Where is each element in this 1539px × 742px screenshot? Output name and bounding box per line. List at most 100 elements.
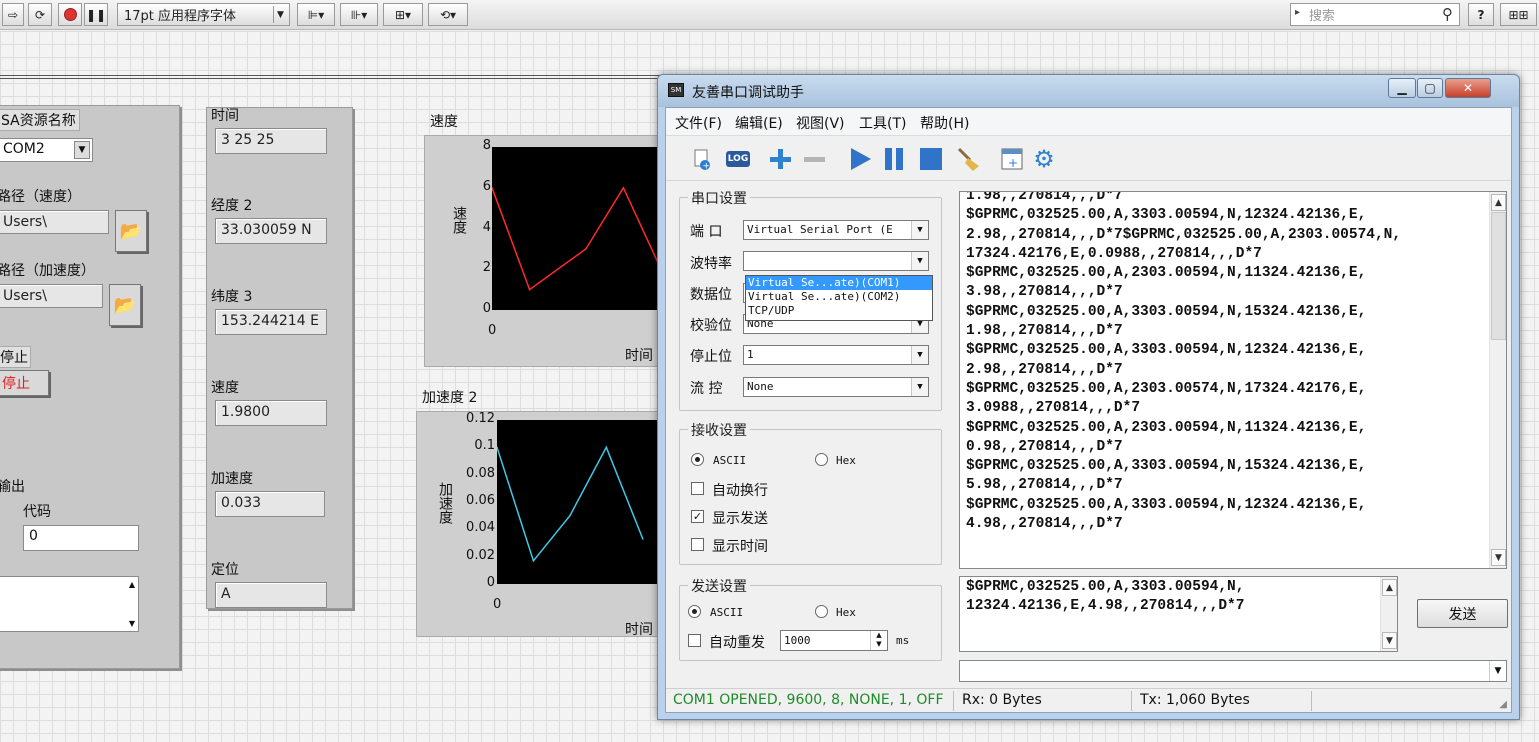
serial-assistant-window: SM 友善串口调试助手 ▁ ▢ ✕ 文件(F) 编辑(E) 视图(V) 工具(T…: [657, 74, 1520, 720]
send-hex-radio[interactable]: [815, 605, 828, 618]
menu-file[interactable]: 文件(F): [675, 113, 722, 133]
baud-select[interactable]: ▼: [743, 251, 929, 271]
new-file-icon[interactable]: +: [688, 145, 716, 173]
font-select[interactable]: 17pt 应用程序字体 ▼: [117, 3, 290, 26]
menu-edit[interactable]: 编辑(E): [735, 113, 783, 133]
search-input[interactable]: ▸ 搜索 ⚲: [1290, 3, 1460, 26]
pause-icon[interactable]: ❚❚: [84, 3, 108, 26]
receive-line: $GPRMC,032525.00,A,3303.00594,N,15324.42…: [966, 303, 1367, 320]
port-option-com1[interactable]: Virtual Se...ate)(COM1): [746, 276, 932, 290]
port-settings-title: 串口设置: [688, 188, 750, 208]
broom-clear-icon[interactable]: [954, 145, 982, 173]
run-continuous-icon[interactable]: ⟳: [28, 3, 52, 26]
browse-speed-button[interactable]: 📂: [115, 210, 147, 252]
port-dropdown-list: Virtual Se...ate)(COM1) Virtual Se...ate…: [745, 275, 933, 321]
data-point: [528, 288, 531, 291]
code-field[interactable]: 0: [23, 525, 139, 551]
plus-icon[interactable]: [766, 145, 794, 173]
data-point: [641, 538, 644, 540]
port-option-tcp[interactable]: TCP/UDP: [746, 304, 932, 318]
data-point: [569, 514, 571, 517]
receive-line: 2.98,,270814,,,D*7$GPRMC,032525.00,A,230…: [966, 226, 1402, 243]
send-text-area[interactable]: $GPRMC,032525.00,A,3303.00594,N, 12324.42…: [959, 576, 1398, 652]
run-arrow-icon[interactable]: ⇨: [2, 3, 24, 26]
output-text-area[interactable]: ▲ ▼: [0, 576, 139, 632]
resize-grip-icon[interactable]: ◢: [1499, 699, 1507, 710]
add-window-icon[interactable]: +: [998, 145, 1026, 173]
recv-hex-radio[interactable]: [815, 453, 828, 466]
recv-hex-label: Hex: [836, 454, 856, 467]
resize-objects-icon[interactable]: ⊞▾: [383, 3, 423, 26]
serial-titlebar[interactable]: SM 友善串口调试助手 ▁ ▢ ✕: [658, 75, 1519, 107]
connector-pane-icon[interactable]: ⊞⊞: [1500, 3, 1537, 26]
browse-accel-button[interactable]: 📂: [109, 284, 141, 326]
y-tick-label: 4: [482, 219, 491, 235]
code-label: 代码: [23, 504, 51, 520]
receive-line: $GPRMC,032525.00,A,3303.00594,N,12324.42…: [966, 342, 1367, 359]
help-icon[interactable]: ?: [1468, 3, 1494, 26]
receive-text-area[interactable]: 1.98,,270814,,,D*7 $GPRMC,032525.00,A,330…: [959, 191, 1507, 569]
menu-view[interactable]: 视图(V): [796, 113, 845, 133]
scroll-up-icon[interactable]: ▲: [129, 580, 135, 589]
close-icon[interactable]: ✕: [1445, 78, 1491, 98]
scroll-thumb[interactable]: [1491, 212, 1506, 340]
pause-icon[interactable]: [880, 145, 908, 173]
stopbits-select[interactable]: 1 ▼: [743, 345, 929, 365]
scroll-down-icon[interactable]: ▼: [1491, 549, 1506, 566]
send-scrollbar[interactable]: ▲ ▼: [1380, 577, 1397, 651]
receive-scrollbar[interactable]: ▲ ▼: [1489, 192, 1506, 568]
menu-help[interactable]: 帮助(H): [920, 113, 969, 133]
send-lines: $GPRMC,032525.00,A,3303.00594,N, 12324.42…: [960, 578, 1397, 617]
settings-gear-icon[interactable]: ⚙: [1030, 145, 1058, 173]
log-icon[interactable]: LOG: [724, 145, 752, 173]
y-tick-label: 2: [482, 260, 491, 276]
speed-chart: 速度 86420 0 时间: [424, 135, 661, 367]
auto-wrap-checkbox[interactable]: [691, 482, 704, 495]
y-tick-label: 0: [486, 575, 495, 590]
play-icon[interactable]: [846, 145, 874, 173]
y-tick-label: 0.04: [466, 520, 495, 536]
send-history-select[interactable]: ▼: [959, 660, 1507, 682]
stop-button[interactable]: 停止: [0, 370, 49, 396]
show-time-checkbox[interactable]: [691, 538, 704, 551]
path-accel-field[interactable]: Users\: [0, 284, 103, 308]
time-label: 时间: [211, 108, 239, 124]
accel-chart-xtick: 0: [493, 597, 502, 612]
status-bar: COM1 OPENED, 9600, 8, NONE, 1, OFF Rx: 0…: [666, 688, 1511, 712]
port-option-com2[interactable]: Virtual Se...ate)(COM2): [746, 290, 932, 304]
folder-open-icon: 📂: [119, 220, 143, 242]
scroll-up-icon[interactable]: ▲: [1491, 194, 1506, 211]
receive-line: 4.98,,270814,,,D*7: [966, 516, 1123, 533]
send-ascii-radio[interactable]: [688, 605, 701, 618]
abort-icon[interactable]: [58, 3, 82, 26]
resend-interval-input[interactable]: 1000 ▲ ▼: [780, 630, 888, 651]
port-select[interactable]: Virtual Serial Port (E ▼: [743, 220, 929, 240]
reorder-icon[interactable]: ⟲▾: [428, 3, 468, 26]
recv-ascii-radio[interactable]: [691, 453, 704, 466]
scroll-down-icon[interactable]: ▼: [1382, 632, 1397, 649]
menu-tools[interactable]: 工具(T): [859, 113, 906, 133]
visa-resource-select[interactable]: COM2 ▼: [0, 138, 93, 162]
send-button[interactable]: 发送: [1417, 599, 1508, 628]
spinner-icon[interactable]: ▲ ▼: [870, 631, 887, 650]
scroll-up-icon[interactable]: ▲: [1382, 579, 1397, 596]
fix-label: 定位: [211, 562, 239, 578]
path-speed-field[interactable]: Users\: [0, 210, 109, 234]
chevron-down-icon: ▼: [911, 378, 928, 396]
distribute-objects-icon[interactable]: ⊪▾: [340, 3, 378, 26]
minimize-icon[interactable]: ▁: [1388, 78, 1416, 98]
speed-chart-xtick: 0: [488, 323, 497, 338]
flow-select[interactable]: None ▼: [743, 377, 929, 397]
scroll-down-icon[interactable]: ▼: [129, 619, 135, 628]
show-send-checkbox[interactable]: ✓: [691, 510, 704, 523]
maximize-icon[interactable]: ▢: [1417, 78, 1443, 98]
minus-icon[interactable]: [800, 145, 828, 173]
y-tick-label: 8: [482, 138, 491, 153]
panel-divider: [0, 75, 660, 79]
auto-resend-checkbox[interactable]: [688, 634, 701, 647]
status-divider: [953, 691, 954, 711]
serial-body: 文件(F) 编辑(E) 视图(V) 工具(T) 帮助(H) + LOG + ⚙ …: [665, 107, 1512, 713]
align-objects-icon[interactable]: ⊫▾: [297, 3, 335, 26]
y-tick-label: 0.06: [466, 493, 495, 508]
stop-icon[interactable]: [917, 145, 945, 173]
